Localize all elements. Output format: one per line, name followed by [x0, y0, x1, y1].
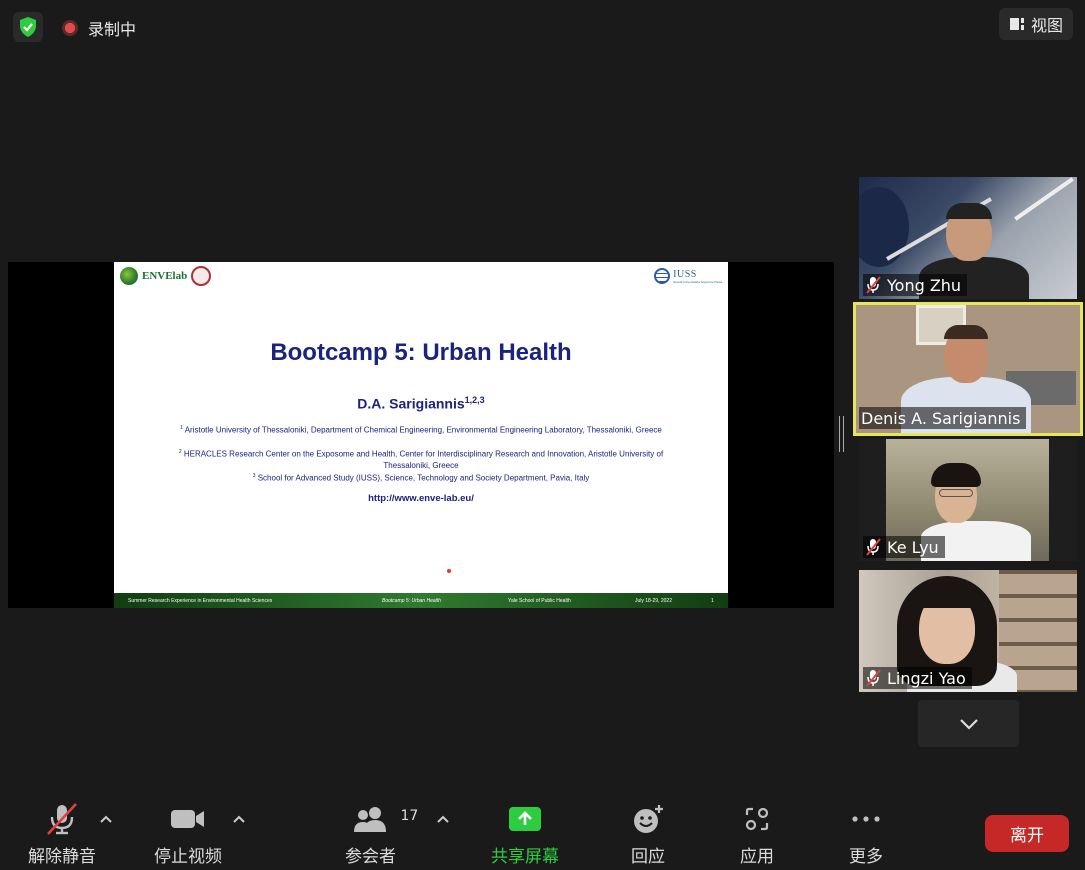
- recording-indicator[interactable]: 录制中: [62, 16, 136, 40]
- person-bangs: [917, 584, 977, 608]
- person-hair: [931, 463, 981, 487]
- apps-icon: [743, 804, 771, 834]
- reactions-button[interactable]: 回应: [631, 804, 665, 867]
- participant-name: Lingzi Yao: [887, 668, 966, 688]
- slide-footer: Summer Research Experience in Environmen…: [114, 593, 728, 608]
- affiliation-sup: 3: [252, 473, 256, 479]
- view-layout-icon: [1009, 18, 1024, 30]
- affiliation-1: 1 Aristotle University of Thessaloniki, …: [174, 423, 668, 436]
- iuss-logo: IUSS Scuola Universitaria Superiore Pavi…: [654, 268, 722, 284]
- laser-pointer: [447, 569, 451, 573]
- chevron-down-icon: [959, 718, 978, 730]
- slide-url: http://www.enve-lab.eu/: [368, 493, 474, 504]
- university-seal-icon: [191, 266, 212, 286]
- participant-name-tag: Yong Zhu: [863, 274, 968, 296]
- participant-tile[interactable]: Lingzi Yao: [859, 570, 1077, 692]
- globe-icon: [120, 267, 138, 285]
- smiley-add-icon: [631, 804, 665, 834]
- stop-video-button[interactable]: 停止视频: [154, 804, 222, 867]
- affiliation-2: 2 HERACLES Research Center on the Exposo…: [174, 447, 668, 471]
- participant-name: Yong Zhu: [887, 275, 962, 295]
- more-button[interactable]: 更多: [849, 804, 883, 867]
- footer-dates: July 18-29, 2022: [635, 597, 672, 604]
- participant-name: Denis A. Sarigiannis: [861, 408, 1021, 428]
- affiliation-text: HERACLES Research Center on the Exposome…: [183, 449, 664, 470]
- author-name: D.A. Sarigiannis: [357, 395, 465, 412]
- affiliation-sup: 1: [180, 425, 183, 431]
- muted-microphone-icon: [45, 803, 79, 835]
- participant-name-tag: Ke Lyu: [863, 536, 945, 558]
- presentation-slide: ENVElab IUSS Scuola Universitaria Superi…: [114, 262, 728, 608]
- muted-mic-icon: [865, 538, 881, 556]
- person-hair: [944, 325, 988, 339]
- apps-label: 应用: [740, 847, 774, 867]
- slide-author: D.A. Sarigiannis1,2,3: [114, 395, 728, 412]
- envelab-logo-text: ENVElab: [142, 270, 188, 282]
- iuss-logo-text: IUSS: [673, 268, 697, 280]
- muted-mic-icon: [865, 669, 881, 687]
- participants-icon: 17: [353, 804, 418, 834]
- muted-mic-icon: [865, 276, 881, 294]
- view-label: 视图: [1030, 16, 1063, 35]
- audio-options-chevron-icon[interactable]: [99, 812, 113, 826]
- security-shield-icon[interactable]: [13, 12, 43, 42]
- view-button[interactable]: 视图: [998, 8, 1073, 40]
- participant-tile[interactable]: Ke Lyu: [859, 439, 1077, 561]
- unmute-button[interactable]: 解除静音: [28, 803, 96, 867]
- share-screen-icon: [508, 804, 542, 834]
- participants-options-chevron-icon[interactable]: [436, 812, 450, 826]
- affiliation-text: Aristotle University of Thessaloniki, De…: [184, 425, 662, 435]
- affiliation-3: 3 School for Advanced Study (IUSS), Scie…: [174, 471, 668, 484]
- more-label: 更多: [849, 847, 883, 867]
- iuss-logo-subtext: Scuola Universitaria Superiore Pavia: [673, 279, 722, 284]
- apps-button[interactable]: 应用: [740, 804, 774, 867]
- more-dots-icon: [850, 804, 882, 834]
- participant-name-tag: Denis A. Sarigiannis: [859, 407, 1027, 429]
- leave-button[interactable]: 离开: [985, 815, 1069, 852]
- affiliation-text: School for Advanced Study (IUSS), Scienc…: [257, 473, 590, 483]
- envelab-logo: ENVElab: [120, 266, 212, 286]
- footer-program: Summer Research Experience in Environmen…: [128, 597, 273, 604]
- slide-title: Bootcamp 5: Urban Health: [270, 339, 572, 366]
- footer-page: 1: [711, 597, 714, 604]
- participants-count: 17: [400, 808, 419, 824]
- person-hair: [946, 203, 992, 219]
- participant-tile-active-speaker[interactable]: Denis A. Sarigiannis: [853, 302, 1083, 436]
- participant-tile[interactable]: Yong Zhu: [859, 177, 1077, 299]
- share-screen-button[interactable]: 共享屏幕: [491, 804, 559, 867]
- unmute-label: 解除静音: [28, 847, 96, 867]
- panel-resize-handle[interactable]: [839, 416, 844, 452]
- stop-video-label: 停止视频: [154, 847, 222, 867]
- footer-school: Yale School of Public Health: [508, 597, 571, 604]
- participants-button[interactable]: 17 参会者: [345, 804, 418, 867]
- share-screen-label: 共享屏幕: [491, 847, 559, 867]
- footer-session: Bootcamp 5: Urban Health: [382, 597, 441, 604]
- affiliation-sup: 2: [178, 449, 182, 455]
- glasses: [939, 489, 973, 497]
- video-camera-icon: [170, 804, 206, 834]
- recording-label: 录制中: [88, 20, 137, 39]
- shared-screen[interactable]: ENVElab IUSS Scuola Universitaria Superi…: [8, 262, 834, 608]
- scroll-down-button[interactable]: [918, 700, 1019, 747]
- participant-name-tag: Lingzi Yao: [863, 667, 972, 689]
- author-superscript: 1,2,3: [464, 395, 485, 405]
- reactions-label: 回应: [631, 847, 665, 867]
- participant-name: Ke Lyu: [887, 537, 939, 557]
- participants-label: 参会者: [345, 847, 396, 867]
- iuss-globe-icon: [654, 268, 671, 284]
- video-options-chevron-icon[interactable]: [232, 812, 246, 826]
- recording-dot-icon: [62, 20, 78, 36]
